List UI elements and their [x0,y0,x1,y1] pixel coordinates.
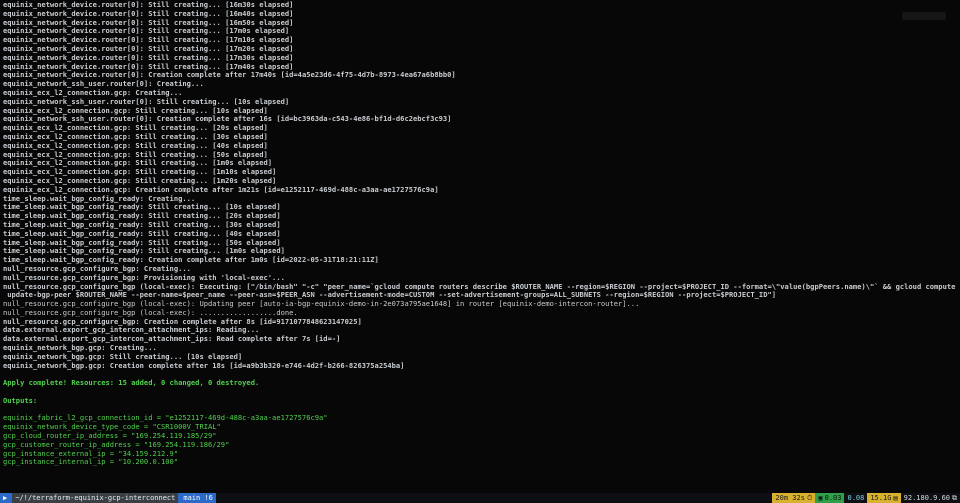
terminal-output: equinix_network_device.router[0]: Still … [3,1,956,467]
terminal-line: equinix_ecx_l2_connection.gcp: Creation … [3,185,439,194]
cpu-value: 0.03 [824,494,842,502]
terminal-line: equinix_network_ssh_user.router[0]: Stil… [3,97,290,106]
terminal-line: equinix_network_bgp.gcp: Still creating.… [3,352,243,361]
git-branch-label: main !6 [183,494,213,502]
terminal-line: Apply complete! Resources: 15 added, 0 c… [3,379,260,388]
network-icon: ⧉ [952,494,957,502]
terminal-line: equinix_network_device.router[0]: Still … [3,9,294,18]
terminal-line: equinix_network_device.router[0]: Still … [3,36,294,45]
terminal-line: equinix_ecx_l2_connection.gcp: Still cre… [3,176,277,185]
cwd-segment: ~/!/terraform-equinix-gcp-interconnect [12,493,179,503]
prompt-arrow-icon: ▶ [3,494,8,502]
terminal-line: null_resource.gcp_configure_bgp (local-e… [3,300,640,309]
terminal-line: update-bgp-peer $ROUTER_NAME --peer-name… [3,291,777,300]
terminal-line: equinix_ecx_l2_connection.gcp: Still cre… [3,132,268,141]
terminal-line: equinix_ecx_l2_connection.gcp: Still cre… [3,168,277,177]
terminal-line: time_sleep.wait_bgp_config_ready: Still … [3,220,281,229]
terminal-line: equinix_ecx_l2_connection.gcp: Still cre… [3,106,268,115]
terminal-line: null_resource.gcp_configure_bgp (local-e… [3,282,956,291]
terminal-line: equinix_network_bgp.gcp: Creating... [3,344,157,353]
terminal-line: equinix_network_device.router[0]: Still … [3,1,294,9]
ip-segment: 92.180.9.60 ⧉ [900,493,960,503]
cpu-icon: ▣ [818,494,823,502]
shell-status-bar: ▶ ~/!/terraform-equinix-gcp-interconnect… [0,493,960,503]
terminal-line: null_resource.gcp_configure_bgp: Creatin… [3,264,191,273]
terminal-line: time_sleep.wait_bgp_config_ready: Still … [3,229,281,238]
terminal-line: equinix_network_device.router[0]: Still … [3,53,294,62]
terminal-line: equinix_ecx_l2_connection.gcp: Still cre… [3,159,273,168]
memory-icon: ▤ [893,494,898,502]
current-directory: ~/!/terraform-equinix-gcp-interconnect [15,494,176,502]
git-branch-segment: main !6 [178,493,216,503]
terminal-line: equinix_network_device_type_code = "CSR1… [3,423,221,432]
duration-segment: 20m 32s ⏱ [772,493,816,503]
terminal-line: gcp_cloud_router_ip_address = "169.254.1… [3,432,217,441]
load-value: 0.08 [847,494,865,502]
terminal-line: time_sleep.wait_bgp_config_ready: Still … [3,247,285,256]
terminal-line: data.external.export_gcp_intercon_attach… [3,335,341,344]
memory-value: 15.1G [870,494,892,502]
load-segment: 0.08 [844,493,868,503]
terminal-line: equinix_network_device.router[0]: Still … [3,18,294,27]
terminal-line: equinix_network_device.router[0]: Still … [3,44,294,53]
terminal-line: gcp_instance_external_ip = "34.159.212.9… [3,449,179,458]
terminal-line: equinix_ecx_l2_connection.gcp: Creating.… [3,88,183,97]
duration-label: 20m 32s [775,494,805,502]
terminal-line: Outputs: [3,396,38,405]
terminal-line: null_resource.gcp_configure_bgp: Provisi… [3,273,285,282]
terminal-line: equinix_network_device.router[0]: Still … [3,62,294,71]
cpu-segment: ▣ 0.03 [815,493,845,503]
timer-icon: ⏱ [806,494,813,502]
terminal-line: time_sleep.wait_bgp_config_ready: Still … [3,212,281,221]
terminal-line: time_sleep.wait_bgp_config_ready: Still … [3,203,281,212]
terminal-line: equinix_ecx_l2_connection.gcp: Still cre… [3,141,268,150]
terminal-window[interactable]: equinix_network_device.router[0]: Still … [0,0,960,503]
terminal-line: time_sleep.wait_bgp_config_ready: Still … [3,238,281,247]
terminal-line: equinix_fabric_l2_gcp_connection_id = "e… [3,414,328,423]
terminal-line: equinix_network_device.router[0]: Creati… [3,71,456,80]
terminal-line: equinix_network_bgp.gcp: Creation comple… [3,361,405,370]
ip-address: 92.180.9.60 [903,494,950,502]
terminal-line: gcp_instance_internal_ip = "10.200.0.100… [3,458,179,467]
terminal-line: equinix_network_ssh_user.router[0]: Crea… [3,115,452,124]
memory-segment: 15.1G ▤ [867,493,901,503]
terminal-line: equinix_network_device.router[0]: Still … [3,27,290,36]
terminal-line: equinix_ecx_l2_connection.gcp: Still cre… [3,150,268,159]
prompt-segment: ▶ [0,493,13,503]
terminal-line: gcp_customer_router_ip_address = "169.25… [3,440,230,449]
terminal-line: time_sleep.wait_bgp_config_ready: Creati… [3,194,196,203]
terminal-line: time_sleep.wait_bgp_config_ready: Creati… [3,256,379,265]
terminal-line: null_resource.gcp_configure_bgp (local-e… [3,308,298,317]
terminal-line: null_resource.gcp_configure_bgp: Creatio… [3,317,362,326]
terminal-line: equinix_network_ssh_user.router[0]: Crea… [3,80,204,89]
terminal-line: data.external.export_gcp_intercon_attach… [3,326,260,335]
terminal-line: equinix_ecx_l2_connection.gcp: Still cre… [3,124,268,133]
